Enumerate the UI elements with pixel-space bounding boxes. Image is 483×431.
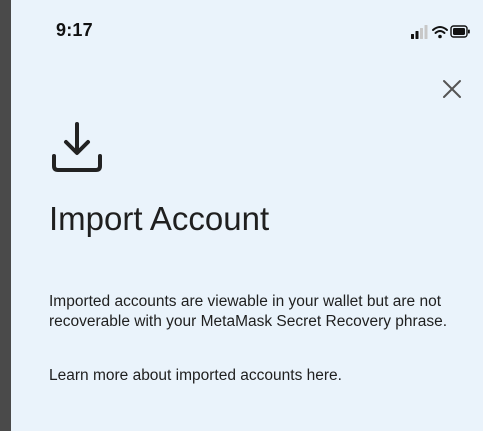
learn-more-link[interactable]: Learn more about imported accounts here. bbox=[49, 366, 342, 386]
device-frame-edge bbox=[0, 0, 11, 431]
import-download-icon bbox=[49, 120, 105, 176]
signal-icon bbox=[411, 25, 428, 39]
import-description: Imported accounts are viewable in your w… bbox=[49, 293, 447, 330]
battery-icon bbox=[450, 25, 470, 38]
status-time: 9:17 bbox=[56, 20, 93, 40]
page-title: Import Account bbox=[49, 200, 270, 237]
wifi-icon bbox=[432, 26, 448, 39]
app-screen: 9:17 Import Account Imported accounts ar… bbox=[11, 0, 483, 431]
status-bar: 9:17 bbox=[11, 0, 483, 62]
close-button[interactable] bbox=[439, 76, 465, 102]
close-icon bbox=[443, 80, 461, 98]
status-icons bbox=[411, 24, 471, 40]
